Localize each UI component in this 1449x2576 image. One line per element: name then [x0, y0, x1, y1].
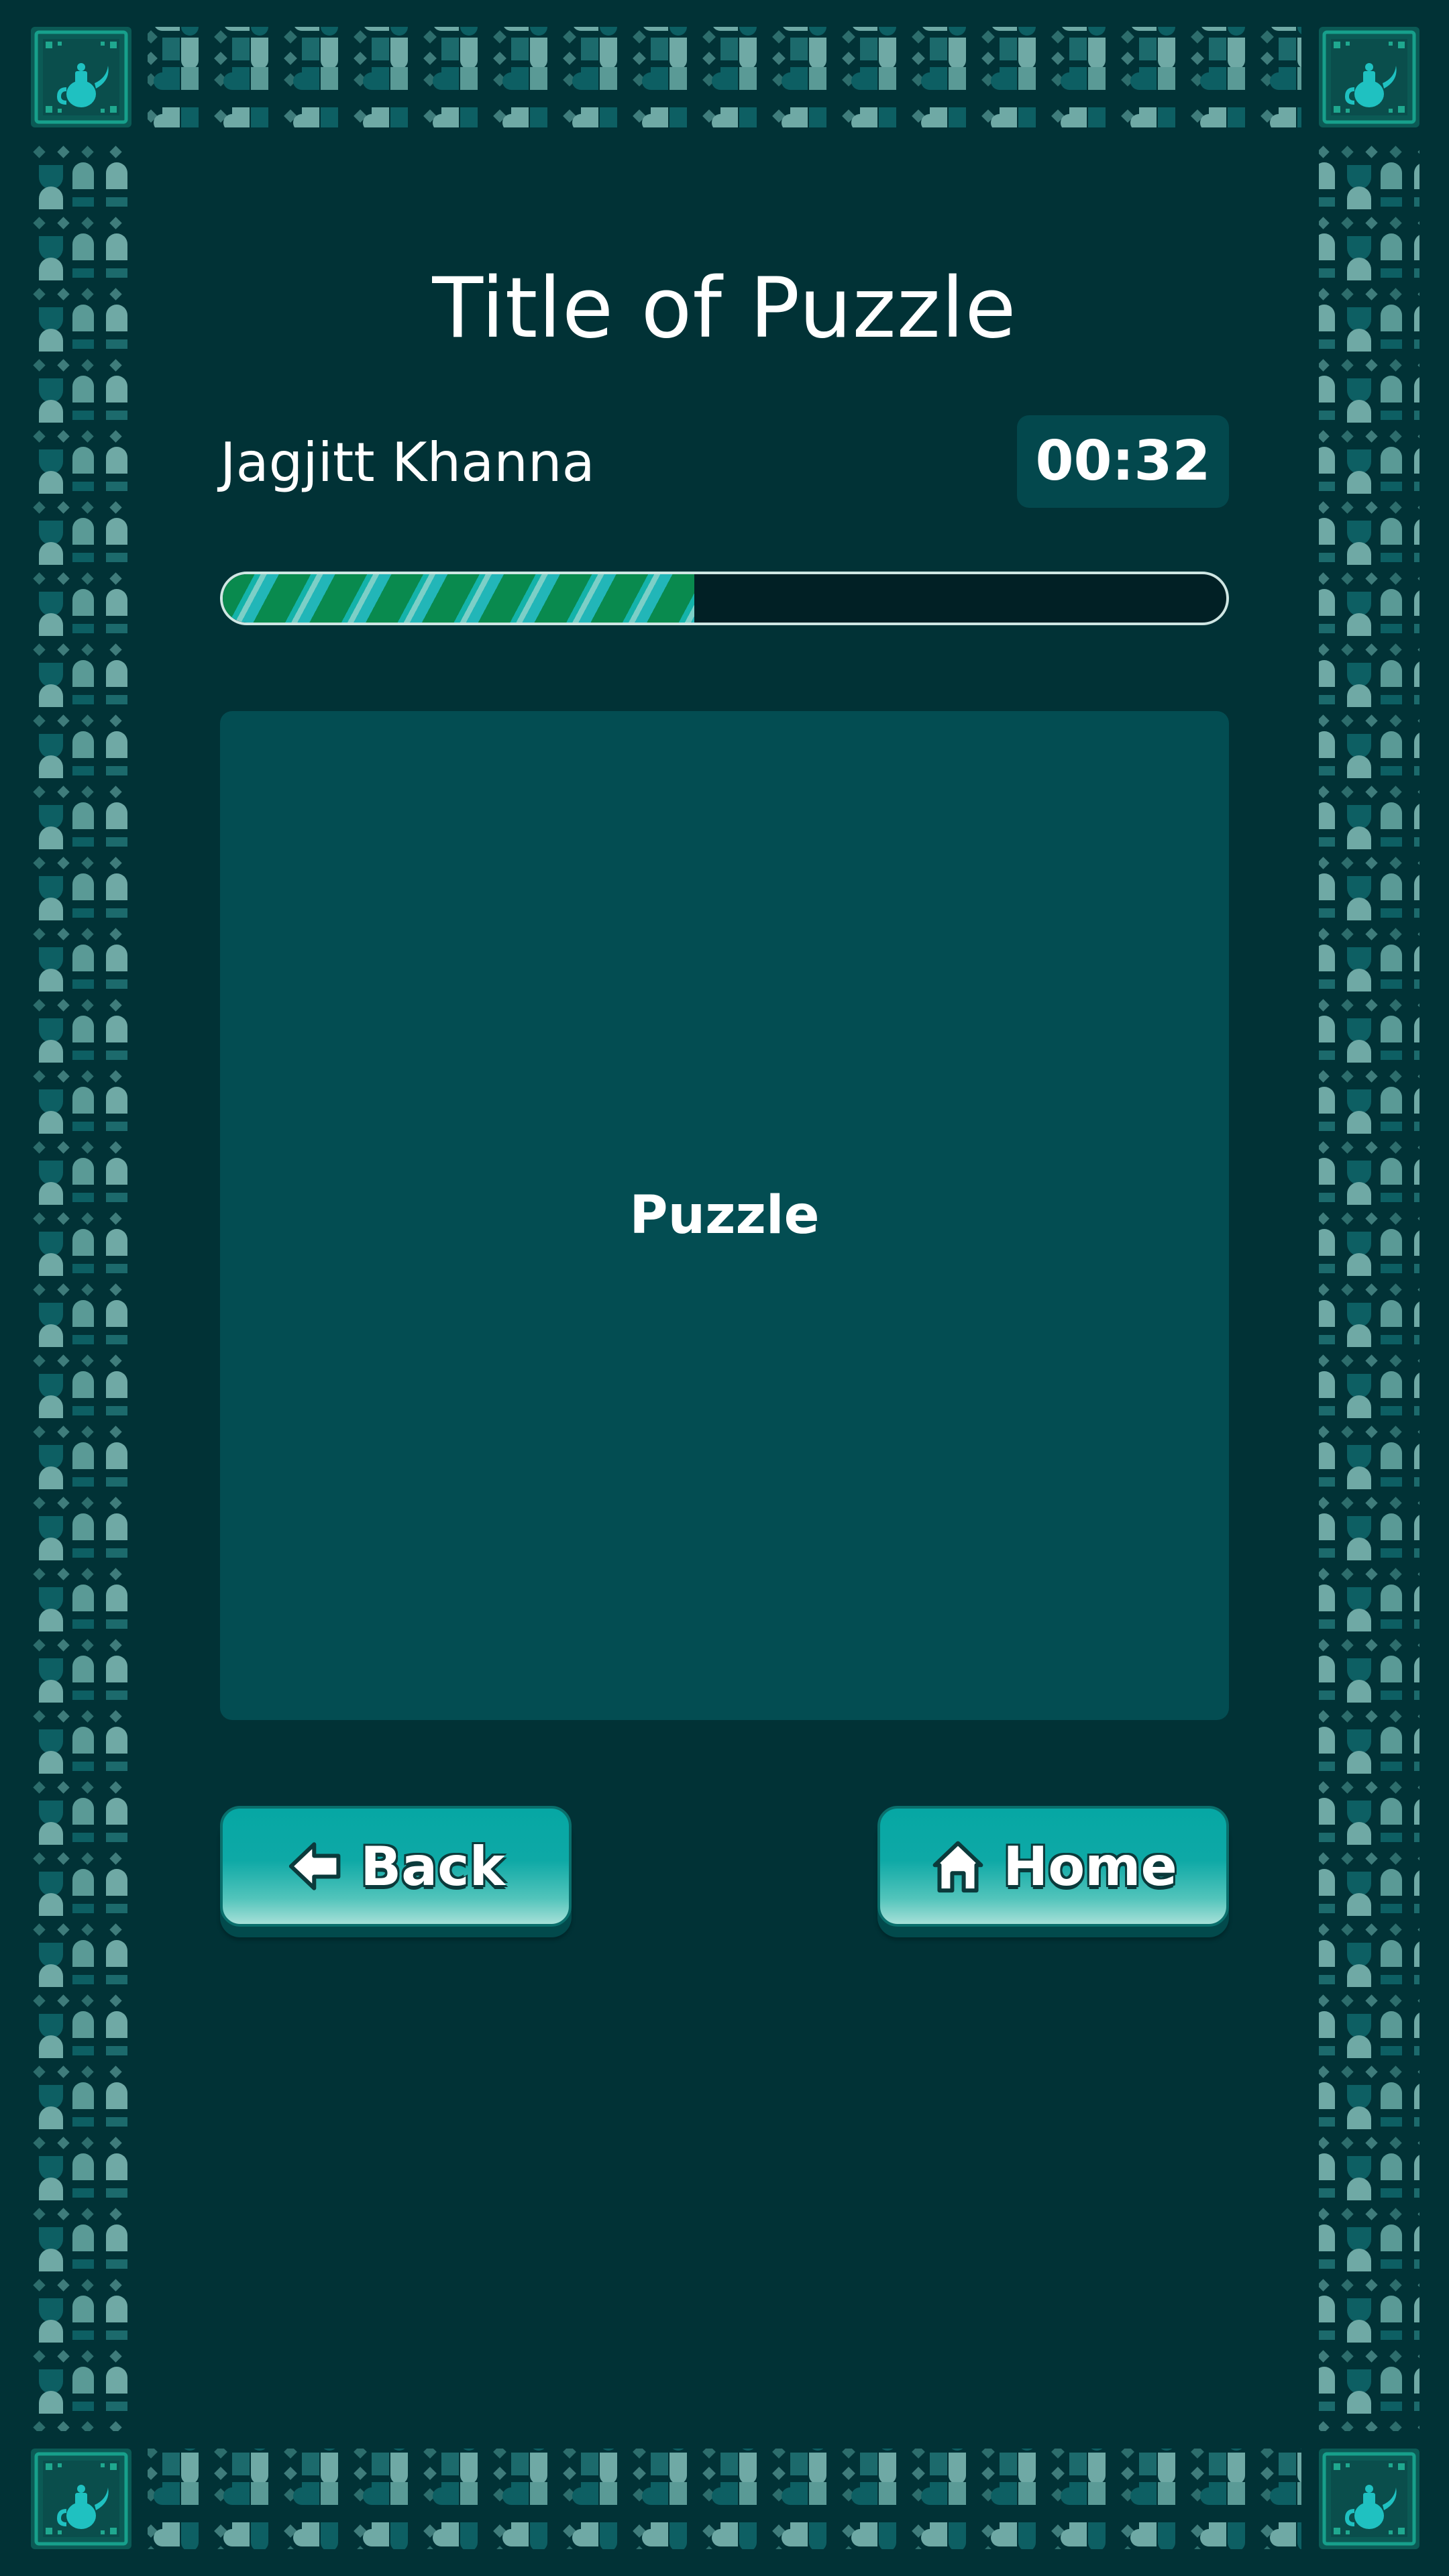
corner-emblem-bottom-left: [31, 2449, 131, 2549]
player-name: Jagjitt Khanna: [220, 431, 595, 494]
corner-emblem-top-left: [31, 27, 131, 127]
home-button[interactable]: Home: [877, 1806, 1229, 1927]
progress-bar: [220, 572, 1229, 625]
house-icon: [932, 1841, 983, 1893]
puzzle-board[interactable]: Puzzle: [220, 711, 1229, 1720]
corner-emblem-top-right: [1319, 27, 1419, 127]
corner-emblem-bottom-right: [1319, 2449, 1419, 2549]
arrow-left-icon: [289, 1842, 341, 1890]
timer-badge: 00:32: [1017, 415, 1229, 508]
puzzle-placeholder-label: Puzzle: [629, 1185, 820, 1246]
back-button-label: Back: [360, 1835, 505, 1898]
home-button-label: Home: [1003, 1835, 1177, 1898]
progress-bar-fill: [223, 574, 695, 623]
page-title: Title of Puzzle: [432, 260, 1017, 357]
back-button[interactable]: Back: [220, 1806, 572, 1927]
